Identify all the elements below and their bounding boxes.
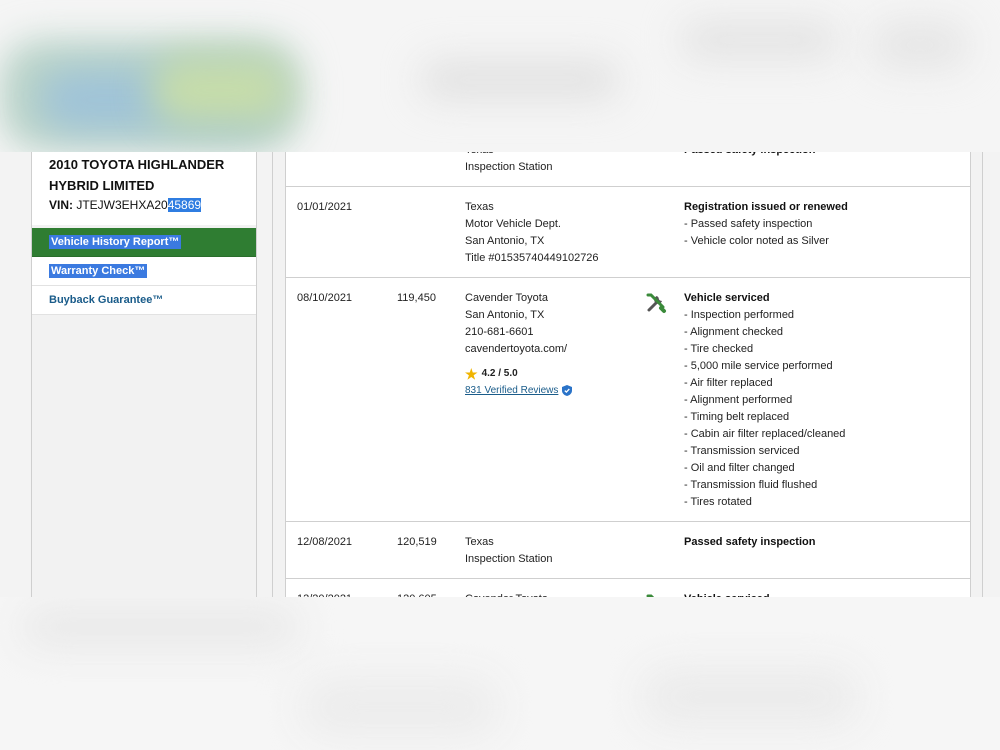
nav-buyback-guarantee[interactable]: Buyback Guarantee™ (32, 286, 256, 315)
star-icon: ★ (465, 365, 478, 382)
verified-reviews-link[interactable]: 831 Verified Reviews (465, 382, 573, 399)
record-date: 08/10/2021 (297, 292, 353, 304)
blurred-footer (0, 597, 1000, 750)
verified-shield-icon (562, 385, 573, 396)
record-date: 12/08/2021 (297, 536, 353, 548)
history-panel: Texas Inspection Station Passed safety i… (272, 144, 983, 619)
record-mileage: 119,450 (397, 292, 436, 304)
record-details: Vehicle serviced - Inspection performed … (684, 292, 846, 508)
nav-vehicle-history-report[interactable]: Vehicle History Report™ (32, 228, 256, 257)
table-row: 01/01/2021 Texas Motor Vehicle Dept. San… (286, 187, 970, 278)
tools-icon (645, 292, 667, 320)
record-date: 01/01/2021 (297, 201, 353, 213)
record-source: Cavender Toyota San Antonio, TX 210-681-… (465, 290, 573, 399)
vehicle-info: 2010 TOYOTA HIGHLANDER HYBRID LIMITED VI… (32, 145, 256, 225)
nav-warranty-check[interactable]: Warranty Check™ (32, 257, 256, 286)
nav-label: Warranty Check™ (49, 264, 148, 278)
sidebar-nav: Vehicle History Report™ Warranty Check™ … (32, 228, 256, 315)
sidebar: 2010 TOYOTA HIGHLANDER HYBRID LIMITED VI… (31, 145, 257, 615)
record-source: Texas Motor Vehicle Dept. San Antonio, T… (465, 201, 599, 264)
nav-label: Buyback Guarantee™ (49, 294, 164, 306)
table-row: 12/08/2021 120,519 Texas Inspection Stat… (286, 522, 970, 579)
record-source: Texas Inspection Station (465, 536, 553, 565)
nav-label: Vehicle History Report™ (49, 235, 182, 249)
vehicle-title-line1: 2010 TOYOTA HIGHLANDER (49, 157, 225, 172)
vin: VIN: JTEJW3EHXA2045869 (49, 198, 239, 212)
history-table: Texas Inspection Station Passed safety i… (285, 144, 971, 619)
blurred-header (0, 0, 1000, 152)
vehicle-title-line2: HYBRID LIMITED (49, 178, 155, 193)
vin-value: JTEJW3EHXA20 (76, 198, 168, 212)
record-details: Passed safety inspection (684, 536, 816, 548)
record-mileage: 120,519 (397, 536, 437, 548)
table-row: 08/10/2021 119,450 Cavender Toyota San A… (286, 278, 970, 522)
vin-value-selected: 45869 (167, 198, 202, 212)
record-details: Registration issued or renewed - Passed … (684, 201, 848, 247)
dealer-rating: ★ 4.2 / 5.0 (465, 365, 518, 382)
vin-label: VIN: (49, 198, 73, 212)
